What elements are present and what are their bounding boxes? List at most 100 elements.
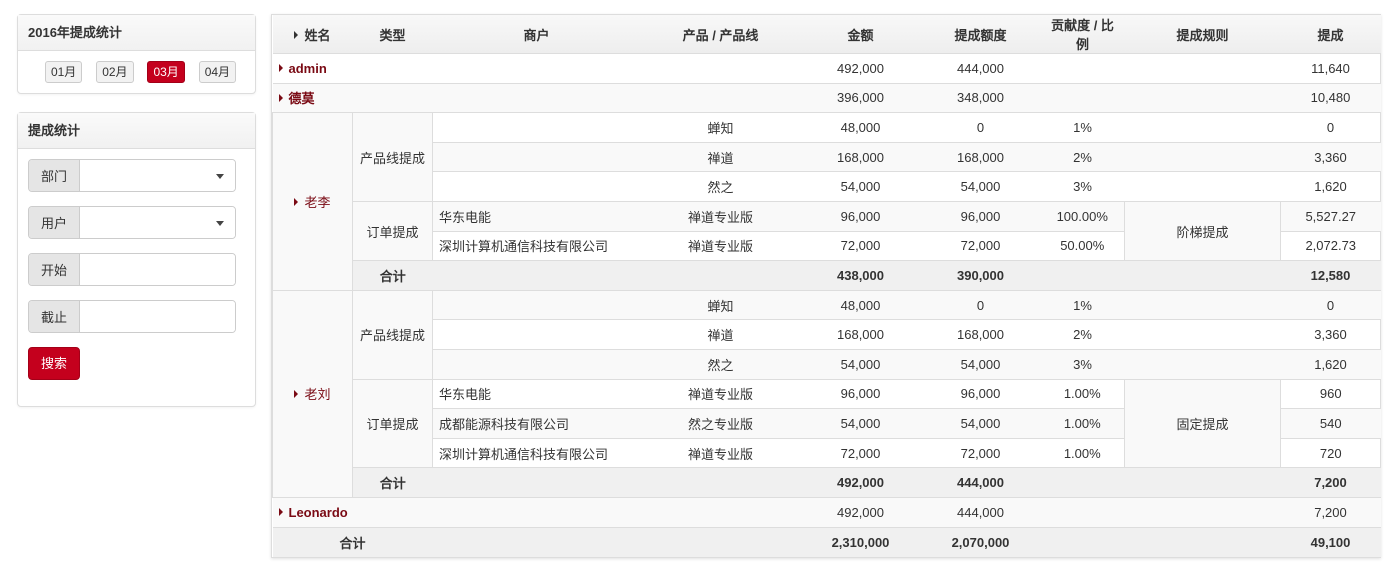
name-cell[interactable]: 德莫	[272, 82, 433, 113]
group-name-cell[interactable]: 老李	[272, 112, 353, 291]
column-header[interactable]: 金额	[800, 15, 921, 54]
product-cell: 禅道专业版	[640, 378, 801, 409]
filter-panel-title: 提成统计	[18, 113, 255, 149]
column-header[interactable]: 贡献度 / 比例	[1040, 15, 1125, 54]
column-header[interactable]: 类型	[352, 15, 433, 54]
table-row: 禅道 168,000 168,000 2% 3,360	[273, 319, 1381, 350]
group-name-cell[interactable]: 老刘	[272, 289, 353, 498]
table-row: 德莫 396,000 348,000 10,480	[272, 82, 1381, 113]
quota-cell: 54,000	[920, 408, 1041, 439]
name-cell[interactable]: admin	[272, 53, 433, 84]
rule-cell	[1124, 141, 1281, 172]
ratio-cell: 1%	[1040, 289, 1125, 320]
quota-cell: 348,000	[920, 82, 1041, 113]
amount-cell: 48,000	[800, 289, 921, 320]
column-header-label: 类型	[379, 27, 406, 43]
table-row: 订单提成 华东电能 禅道专业版 96,000 96,000 100.00% 阶梯提成 5,52…	[273, 200, 1381, 261]
ratio-cell: 1.00%	[1040, 437, 1125, 468]
ratio-cell: 1.00%	[1040, 378, 1125, 409]
person-name[interactable]: 老刘	[304, 387, 330, 402]
commission-cell: 11,640	[1280, 53, 1381, 84]
merchant-cell: 华东电能	[432, 200, 641, 232]
table-row: 老李 产品线提成 蝉知 48,000 0 1% 0	[272, 112, 1381, 291]
quota-cell: 96,000	[920, 200, 1041, 232]
commission-cell: 10,480	[1280, 82, 1381, 113]
column-header[interactable]: 提成额度	[920, 15, 1041, 54]
amount-cell: 54,000	[800, 171, 921, 202]
month-button-4[interactable]: 04月	[198, 61, 237, 83]
person-name[interactable]: 德莫	[289, 91, 315, 106]
column-header-label: 产品 / 产品线	[682, 27, 759, 43]
amount-cell: 168,000	[800, 141, 921, 172]
type-cell: 订单提成	[352, 200, 433, 261]
month-panel: 2016年提成统计 01月 02月 03月 04月	[17, 14, 256, 94]
total-label: 合计	[272, 526, 433, 557]
merchant-cell	[432, 82, 641, 113]
quota-cell: 72,000	[920, 230, 1041, 261]
column-header[interactable]: 提成	[1280, 15, 1381, 54]
merchant-cell	[432, 496, 641, 527]
table-row: admin 492,000 444,000 11,640	[272, 53, 1381, 84]
merchant-cell	[432, 141, 641, 172]
product-cell: 然之	[640, 171, 801, 202]
ratio-cell: 50.00%	[1040, 230, 1125, 261]
rule-cell: 阶梯提成	[1124, 200, 1281, 261]
filter-input[interactable]	[80, 254, 235, 285]
person-name[interactable]: Leonardo	[289, 505, 348, 520]
column-header[interactable]: 提成规则	[1124, 15, 1281, 54]
filter-label: 用户	[29, 207, 80, 238]
filter-field-1: 用户	[28, 206, 236, 239]
quota-cell: 96,000	[920, 378, 1041, 409]
column-header-label: 提成规则	[1176, 27, 1229, 43]
total-row: 合计 2,310,000 2,070,000 49,100	[272, 526, 1381, 557]
table-row: 老刘 产品线提成 蝉知 48,000 0 1% 0	[272, 289, 1381, 498]
filter-input[interactable]	[80, 301, 235, 332]
person-name[interactable]: 老李	[304, 195, 330, 210]
person-name[interactable]: admin	[289, 61, 327, 76]
product-cell: 禅道	[640, 141, 801, 172]
month-button-2[interactable]: 02月	[96, 61, 134, 83]
column-header[interactable]: 产品 / 产品线	[640, 15, 801, 54]
quota-cell: 0	[920, 289, 1041, 320]
column-header-label: 金额	[847, 27, 874, 43]
amount-cell: 492,000	[800, 467, 921, 498]
amount-cell: 72,000	[800, 437, 921, 468]
column-header[interactable]: 姓名	[272, 15, 353, 54]
commission-table: 姓名 类型 商户 产品 / 产品线 金额 提成额度 贡献度 / 比例 提成规则 提成 admin…	[271, 14, 1381, 558]
rule-cell	[1124, 496, 1281, 527]
ratio-cell: 1%	[1040, 112, 1125, 143]
filter-field-3: 截止	[28, 300, 236, 333]
column-header[interactable]: 商户	[432, 15, 641, 54]
product-cell: 蝉知	[640, 289, 801, 320]
commission-cell: 0	[1280, 289, 1381, 320]
product-cell: 然之专业版	[640, 408, 801, 439]
amount-cell: 492,000	[800, 53, 921, 84]
month-button-3[interactable]: 03月	[147, 61, 185, 83]
column-header-label: 贡献度 / 比例	[1051, 18, 1114, 52]
filter-select[interactable]	[80, 207, 235, 238]
quota-cell: 444,000	[920, 53, 1041, 84]
filter-field-0: 部门	[28, 159, 236, 192]
filter-panel: 提成统计 部门用户开始截止搜索	[17, 112, 256, 407]
amount-cell: 2,310,000	[800, 526, 921, 557]
search-button[interactable]: 搜索	[28, 347, 81, 380]
merchant-cell: 深圳计算机通信科技有限公司	[432, 230, 641, 261]
ratio-cell: 1.00%	[1040, 408, 1125, 439]
name-cell[interactable]: Leonardo	[272, 496, 433, 527]
rule-cell	[1124, 171, 1281, 202]
filter-label: 开始	[29, 254, 80, 285]
subtotal-row: 合计 438,000 390,000 12,580	[273, 260, 1381, 291]
subtotal-label: 合计	[352, 467, 433, 498]
product-cell	[640, 467, 801, 498]
merchant-cell	[432, 467, 641, 498]
table-header: 姓名 类型 商户 产品 / 产品线 金额 提成额度 贡献度 / 比例 提成规则 提成	[272, 15, 1381, 54]
quota-cell: 54,000	[920, 171, 1041, 202]
commission-cell: 1,620	[1280, 348, 1381, 380]
commission-cell: 12,580	[1280, 260, 1381, 291]
column-header-label: 提成	[1317, 27, 1344, 43]
quota-cell: 2,070,000	[920, 526, 1041, 557]
ratio-cell	[1040, 467, 1125, 498]
filter-select[interactable]	[80, 160, 235, 191]
month-button-1[interactable]: 01月	[44, 61, 83, 83]
caret-right-icon	[278, 94, 283, 103]
